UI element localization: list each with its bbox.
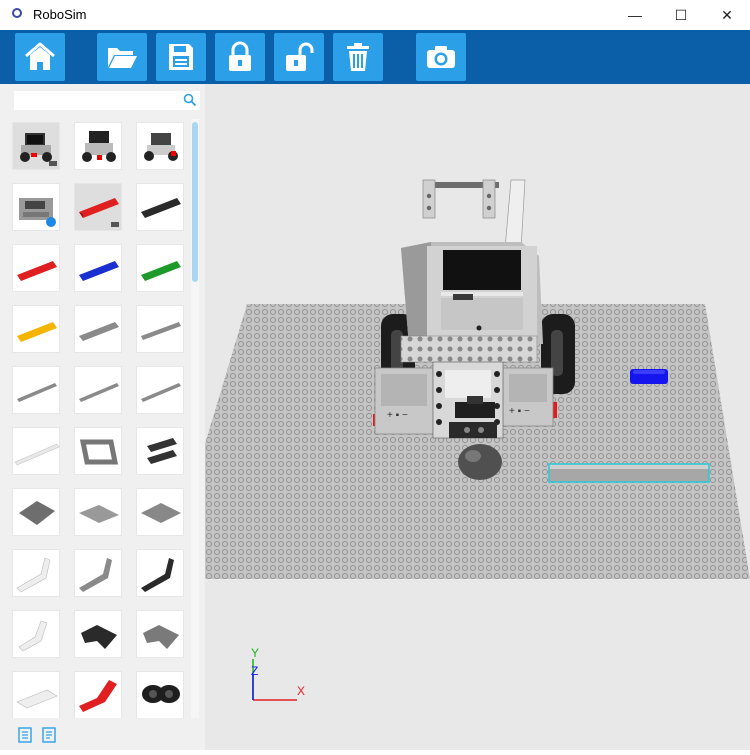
part-tile-angle-black-2[interactable] xyxy=(74,610,122,658)
app-logo-icon xyxy=(12,8,22,18)
part-tile-frame-black[interactable] xyxy=(136,427,184,475)
beam-gray-part-icon xyxy=(79,322,119,341)
parts-scrollbar-thumb[interactable] xyxy=(192,122,198,282)
svg-text:+ ▪ −: + ▪ − xyxy=(509,406,530,417)
part-tile-robot-1[interactable] xyxy=(12,122,60,170)
search-icon[interactable] xyxy=(183,93,197,107)
robot-part-icon xyxy=(82,131,116,162)
part-tile-angle-black[interactable] xyxy=(136,549,184,597)
part-tile-plate-gray-1[interactable] xyxy=(12,488,60,536)
part-tile-robot-3[interactable] xyxy=(136,122,184,170)
lock-button[interactable] xyxy=(215,33,265,81)
frame-gray-part-icon xyxy=(79,439,119,465)
part-tile-beam-white[interactable] xyxy=(12,427,60,475)
3d-viewport[interactable]: + ▪ − + ▪ − Y Z X xyxy=(205,84,750,750)
camera-icon xyxy=(427,46,455,68)
beam-gray-part-icon xyxy=(141,383,181,402)
robot-part-icon xyxy=(144,133,178,161)
part-tile-beam-gray-4[interactable] xyxy=(74,366,122,414)
angle-beam-gray-part-icon xyxy=(79,558,112,592)
part-tile-frame-gray[interactable] xyxy=(74,427,122,475)
beam-red-part-icon xyxy=(17,261,57,281)
plate-gray-part-icon xyxy=(141,503,181,523)
beam-black-part-icon xyxy=(141,198,181,218)
angle-beam-white-part-icon xyxy=(18,620,48,652)
beam-gray-part-icon xyxy=(79,383,119,402)
part-tile-angle-white-2[interactable] xyxy=(12,610,60,658)
beam-blue-part-icon xyxy=(79,261,119,281)
beam-gray-part-icon xyxy=(141,322,181,340)
panel-bottom-bar xyxy=(0,718,205,750)
angle-beam-red-part-icon xyxy=(79,680,117,712)
axis-y-label: Y xyxy=(251,646,260,660)
unlock-icon xyxy=(286,42,314,71)
screenshot-button[interactable] xyxy=(416,33,466,81)
part-tile-ev3-brick[interactable] xyxy=(12,183,60,231)
part-tile-beam-yellow[interactable] xyxy=(12,305,60,353)
open-button[interactable] xyxy=(97,33,147,81)
axis-x-label: X xyxy=(297,684,306,698)
part-tile-beam-green[interactable] xyxy=(136,244,184,292)
part-tile-plate-gray-3[interactable] xyxy=(136,488,184,536)
selected-beam[interactable] xyxy=(548,463,710,483)
axis-gizmo xyxy=(252,659,297,701)
part-tile-beam-blue[interactable] xyxy=(74,244,122,292)
part-tile-beam-red-2[interactable] xyxy=(12,244,60,292)
angle-beam-black-part-icon xyxy=(81,625,117,649)
part-tile-beam-gray-3[interactable] xyxy=(12,366,60,414)
save-button[interactable] xyxy=(156,33,206,81)
document-icon[interactable] xyxy=(42,727,56,743)
home-icon xyxy=(25,42,55,70)
beam-gray-part-icon xyxy=(17,383,57,402)
part-tile-angle-white[interactable] xyxy=(12,549,60,597)
unlock-button[interactable] xyxy=(274,33,324,81)
delete-button[interactable] xyxy=(333,33,383,81)
part-tile-beam-gray-5[interactable] xyxy=(136,366,184,414)
part-tile-plate-gray-2[interactable] xyxy=(74,488,122,536)
beam-white-part-icon xyxy=(14,443,60,466)
scene-canvas[interactable]: + ▪ − + ▪ − xyxy=(205,84,750,750)
connector-black-part-icon xyxy=(142,685,180,703)
search-field[interactable] xyxy=(17,91,181,111)
lock-icon xyxy=(229,41,251,71)
part-tile-beam-black[interactable] xyxy=(136,183,184,231)
beam-red-part-icon xyxy=(79,198,119,227)
part-tile-connector-black[interactable] xyxy=(136,671,184,719)
robot-part-icon xyxy=(20,133,57,166)
list-view-icon[interactable] xyxy=(18,727,32,743)
frame-black-part-icon xyxy=(147,438,177,464)
svg-text:+ ▪ −: + ▪ − xyxy=(387,410,408,421)
angle-beam-gray-part-icon xyxy=(143,625,179,649)
plate-gray-part-icon xyxy=(19,501,55,525)
part-tile-angle-gray-2[interactable] xyxy=(136,610,184,658)
part-tile-beam-gray-2[interactable] xyxy=(136,305,184,353)
title-bar: RoboSim — ☐ ✕ xyxy=(0,0,750,30)
trash-icon xyxy=(347,43,369,71)
home-button[interactable] xyxy=(15,33,65,81)
part-tile-beam-gray-1[interactable] xyxy=(74,305,122,353)
beam-green-part-icon xyxy=(141,261,181,281)
minimize-button[interactable]: — xyxy=(612,0,658,30)
angle-beam-white-part-icon xyxy=(16,689,58,709)
parts-panel xyxy=(0,84,205,750)
maximize-button[interactable]: ☐ xyxy=(658,0,704,30)
part-tile-beam-red[interactable] xyxy=(74,183,122,231)
angle-beam-white-part-icon xyxy=(16,557,51,593)
part-tile-angle-red[interactable] xyxy=(74,671,122,719)
search-input[interactable] xyxy=(14,91,200,111)
app-title: RoboSim xyxy=(33,7,87,22)
toolbar xyxy=(0,30,750,84)
part-tile-robot-2[interactable] xyxy=(74,122,122,170)
save-icon xyxy=(169,44,193,70)
beam-yellow-part-icon xyxy=(17,322,57,342)
part-tile-angle-white-3[interactable] xyxy=(12,671,60,719)
close-button[interactable]: ✕ xyxy=(704,0,750,30)
axis-z-label: Z xyxy=(251,664,259,678)
plate-gray-part-icon xyxy=(79,505,119,523)
folder-icon xyxy=(108,48,137,68)
angle-beam-black-part-icon xyxy=(141,558,174,592)
brick-gray-part-icon xyxy=(19,198,56,227)
part-tile-angle-gray[interactable] xyxy=(74,549,122,597)
blue-beam[interactable] xyxy=(630,369,668,384)
